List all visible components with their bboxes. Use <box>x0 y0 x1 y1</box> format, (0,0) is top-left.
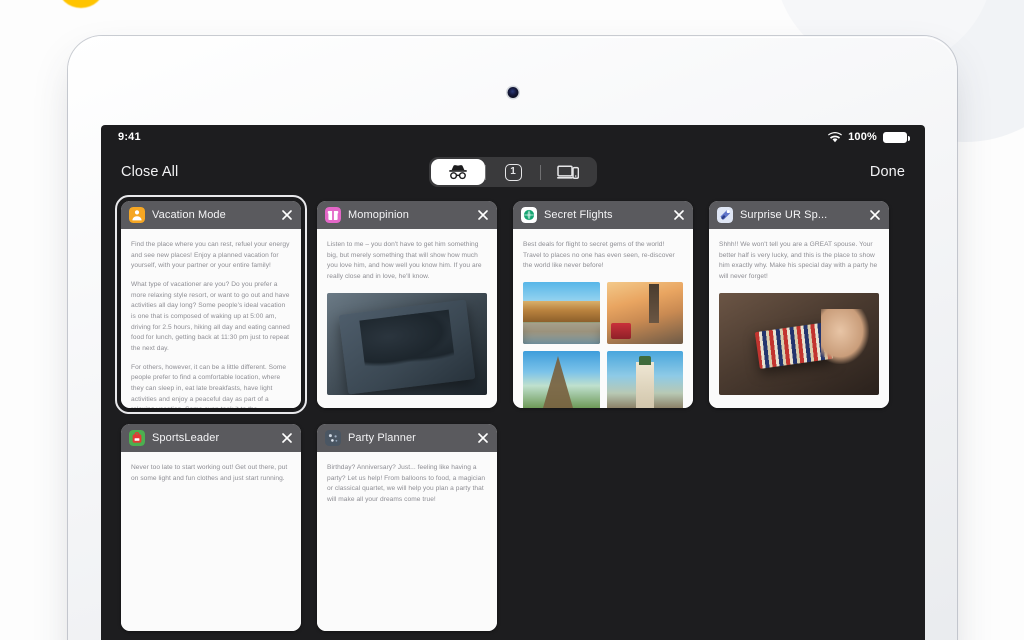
tab-card-3[interactable]: Secret Flights Best deals for flight to s… <box>513 201 693 408</box>
tab-card-surface[interactable]: Momopinion Listen to me – you don't have … <box>317 201 497 408</box>
close-icon[interactable] <box>672 208 686 222</box>
preview-paragraph: Shhh!! We won't tell you are a GREAT spo… <box>719 241 878 281</box>
tab-card-preview: Birthday? Anniversary? Just... feeling l… <box>317 452 497 631</box>
wifi-icon <box>828 131 843 142</box>
fireworks-icon <box>717 207 733 223</box>
tab-card-header: Vacation Mode <box>121 201 301 229</box>
segment-tab-count[interactable]: 1 <box>486 159 540 185</box>
close-icon[interactable] <box>868 208 882 222</box>
battery-percent: 100% <box>848 131 877 143</box>
tab-card-4[interactable]: Surprise UR Sp... Shhh!! We won't tell yo… <box>709 201 889 408</box>
close-icon[interactable] <box>476 431 490 445</box>
tab-card-preview: Find the place where you can rest, refue… <box>121 229 301 408</box>
tab-card-title: Surprise UR Sp... <box>740 209 828 221</box>
battery-icon <box>883 131 910 143</box>
status-bar: 9:41 100% <box>101 125 925 149</box>
confetti-dark-icon <box>325 430 341 446</box>
preview-paragraph: Listen to me – you don't have to get him… <box>327 241 482 281</box>
tablet-screen: 9:41 100% Close All 1 Done Vacation Mode… <box>101 125 925 640</box>
status-time: 9:41 <box>118 131 141 143</box>
preview-image-grid <box>523 282 683 408</box>
tab-card-preview: Shhh!! We won't tell you are a GREAT spo… <box>709 229 889 408</box>
tab-card-title: Party Planner <box>348 432 416 444</box>
preview-thumbnail <box>606 282 683 345</box>
preview-paragraph: Birthday? Anniversary? Just... feeling l… <box>327 464 486 504</box>
tab-card-title: Secret Flights <box>544 209 613 221</box>
tab-card-title: Vacation Mode <box>152 209 226 221</box>
preview-paragraph: Never too late to start working out! Get… <box>131 464 288 482</box>
incognito-icon <box>449 165 467 180</box>
devices-icon <box>557 165 579 179</box>
tab-switcher-toolbar: Close All 1 Done <box>101 149 925 195</box>
close-icon[interactable] <box>476 208 490 222</box>
preview-paragraph: For others, however, it can be a little … <box>131 363 287 408</box>
preview-thumbnail <box>606 351 683 408</box>
tab-card-header: Momopinion <box>317 201 497 229</box>
tab-card-preview: Never too late to start working out! Get… <box>121 452 301 631</box>
segment-incognito[interactable] <box>431 159 485 185</box>
screenshot-stage: 9:41 100% Close All 1 Done Vacation Mode… <box>0 0 1024 640</box>
person-orange-icon <box>129 207 145 223</box>
tab-card-header: Secret Flights <box>513 201 693 229</box>
background-blob-yellow <box>58 0 104 8</box>
tab-card-surface[interactable]: SportsLeader Never too late to start work… <box>121 424 301 631</box>
tablet-device-frame: 9:41 100% Close All 1 Done Vacation Mode… <box>68 36 957 640</box>
preview-thumbnail <box>523 351 600 408</box>
tab-card-6[interactable]: Party Planner Birthday? Anniversary? Just… <box>317 424 497 631</box>
tab-card-5[interactable]: SportsLeader Never too late to start work… <box>121 424 301 631</box>
tab-card-header: Surprise UR Sp... <box>709 201 889 229</box>
tab-card-surface[interactable]: Vacation Mode Find the place where you ca… <box>121 201 301 408</box>
preview-paragraph: Find the place where you can rest, refue… <box>131 241 290 270</box>
tab-card-preview: Listen to me – you don't have to get him… <box>317 229 497 408</box>
close-all-button[interactable]: Close All <box>121 164 178 180</box>
preview-paragraph: What type of vacationer are you? Do you … <box>131 281 290 353</box>
tab-card-title: SportsLeader <box>152 432 220 444</box>
close-icon[interactable] <box>280 208 294 222</box>
preview-hero-image <box>719 292 879 395</box>
gift-pink-icon <box>325 207 341 223</box>
status-indicators: 100% <box>828 131 910 143</box>
done-button[interactable]: Done <box>870 164 905 180</box>
tab-grid: Vacation Mode Find the place where you ca… <box>101 195 925 631</box>
tab-card-surface[interactable]: Party Planner Birthday? Anniversary? Just… <box>317 424 497 631</box>
tab-count-badge: 1 <box>504 163 522 181</box>
tab-card-preview: Best deals for flight to secret gems of … <box>513 229 693 408</box>
front-camera-icon <box>507 87 518 98</box>
tab-card-surface[interactable]: Secret Flights Best deals for flight to s… <box>513 201 693 408</box>
backpack-green-icon <box>129 430 145 446</box>
preview-paragraph: Best deals for flight to secret gems of … <box>523 241 675 270</box>
tab-card-header: Party Planner <box>317 424 497 452</box>
globe-green-icon <box>521 207 537 223</box>
preview-hero-image <box>327 292 487 395</box>
preview-thumbnail <box>523 282 600 345</box>
close-icon[interactable] <box>280 431 294 445</box>
tab-mode-segmented-control[interactable]: 1 <box>429 157 597 187</box>
tab-card-title: Momopinion <box>348 209 409 221</box>
tab-card-1[interactable]: Vacation Mode Find the place where you ca… <box>115 195 307 414</box>
segment-devices[interactable] <box>541 159 595 185</box>
tab-card-2[interactable]: Momopinion Listen to me – you don't have … <box>317 201 497 408</box>
tab-card-surface[interactable]: Surprise UR Sp... Shhh!! We won't tell yo… <box>709 201 889 408</box>
tab-card-header: SportsLeader <box>121 424 301 452</box>
